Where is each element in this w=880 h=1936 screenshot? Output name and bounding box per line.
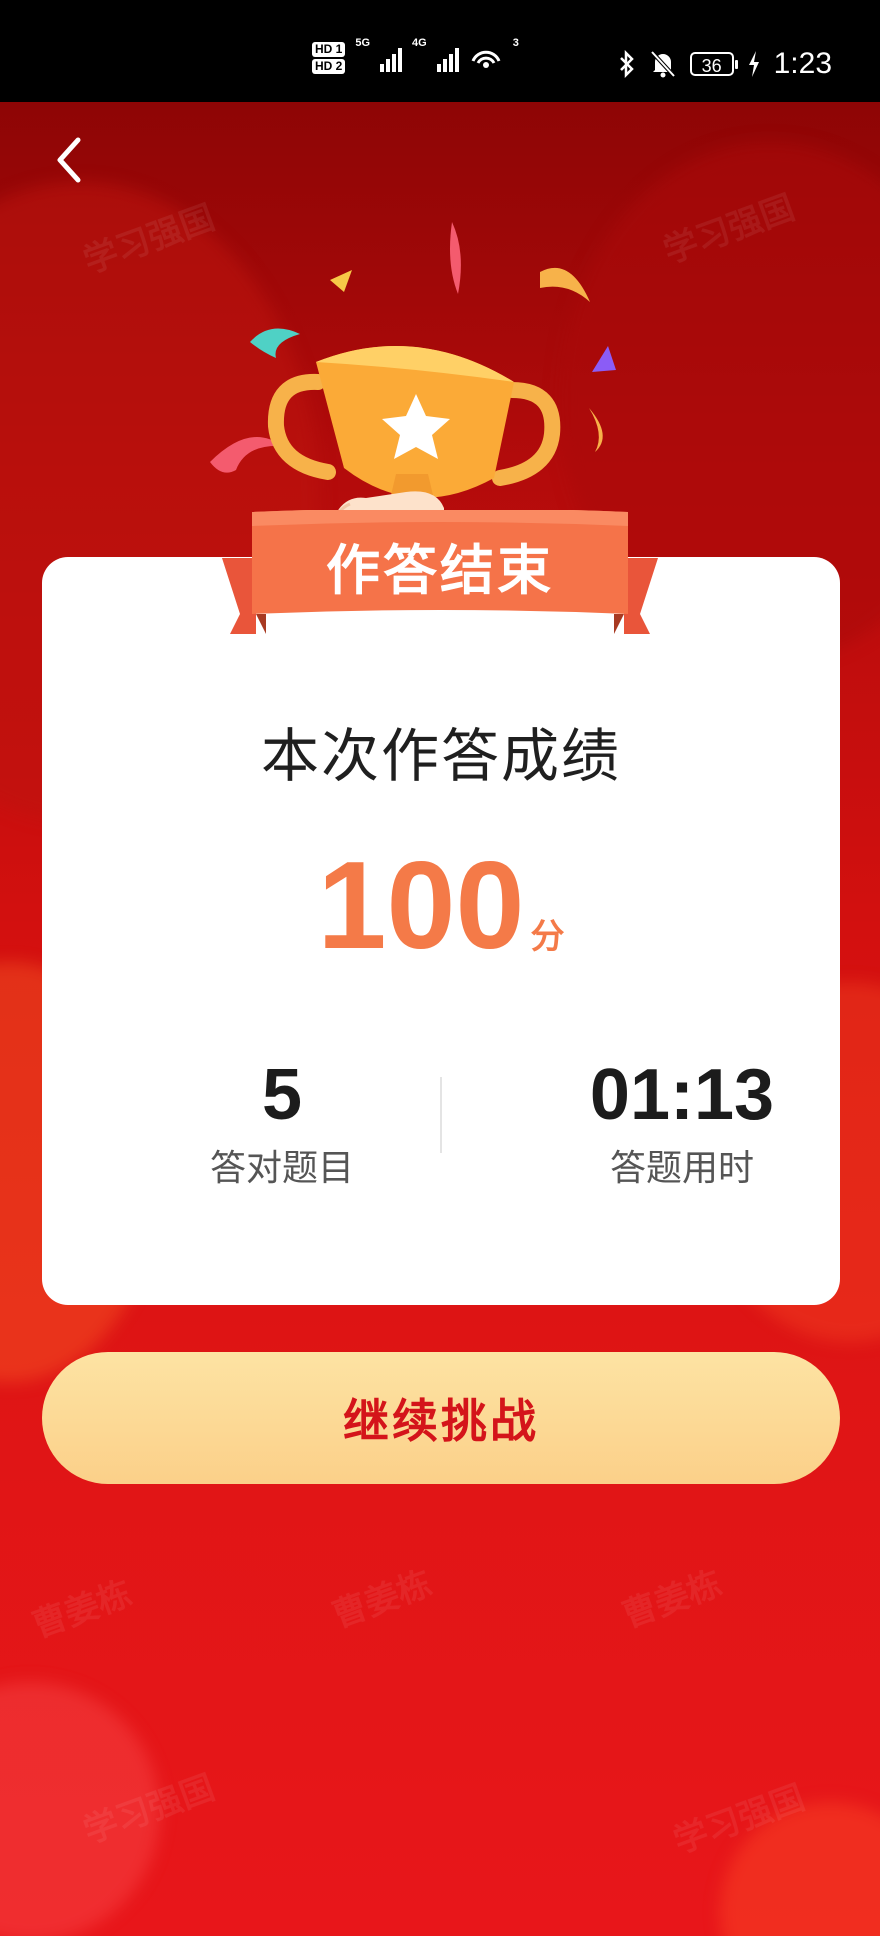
- watermark: 曹姜栋: [27, 1573, 137, 1647]
- back-button[interactable]: [48, 130, 92, 190]
- chevron-left-icon: [57, 137, 81, 183]
- stat-correct-label: 答对题目: [209, 1148, 354, 1189]
- net1-label: 5G: [355, 37, 371, 49]
- result-screen: 学习强国 学习强国 曹姜栋 曹姜栋 曹姜栋 学习强国 学习强国 本次作答成绩 1…: [0, 102, 880, 1936]
- hd-indicators: HD 1 HD 2: [312, 42, 346, 74]
- bell-muted-icon: [650, 50, 676, 78]
- score-unit: 分: [530, 917, 565, 957]
- watermark: 曹姜栋: [617, 1563, 727, 1637]
- stat-correct: 5 答对题目: [132, 1057, 432, 1191]
- status-left: HD 1 HD 2 5G 4G 3: [312, 38, 519, 78]
- wifi-icon: [471, 50, 501, 68]
- banner: 作答结束: [218, 508, 662, 640]
- watermark: 曹姜栋: [327, 1563, 437, 1637]
- wifi-count: 3: [512, 37, 519, 49]
- net2-label: 4G: [412, 37, 427, 49]
- battery-icon: 36: [689, 52, 738, 76]
- bluetooth-icon: [619, 50, 634, 78]
- score: 100 分: [42, 835, 840, 977]
- stat-time: 01:13 答题用时: [532, 1057, 832, 1191]
- stat-time-value: 01:13: [589, 1055, 775, 1135]
- stat-correct-value: 5: [261, 1055, 303, 1135]
- hd1-label: HD 1: [312, 42, 346, 57]
- banner-title: 作答结束: [326, 539, 554, 602]
- hd2-label: HD 2: [312, 59, 346, 74]
- status-right: 36 1:23: [618, 44, 832, 84]
- clock: 1:23: [773, 47, 832, 80]
- continue-challenge-button[interactable]: 继续挑战: [42, 1352, 840, 1484]
- score-value: 100: [317, 837, 525, 975]
- result-card-title: 本次作答成绩: [260, 722, 621, 790]
- result-card: 本次作答成绩 100 分 5 答对题目 01:13 答题用时: [42, 557, 840, 1305]
- stat-time-label: 答题用时: [609, 1148, 754, 1189]
- stat-divider: [440, 1077, 442, 1153]
- signal-icon-2: [436, 44, 459, 72]
- signal-icon: [380, 44, 403, 72]
- charging-icon: [748, 51, 759, 77]
- status-bar: HD 1 HD 2 5G 4G 3 36 1:23: [0, 0, 880, 102]
